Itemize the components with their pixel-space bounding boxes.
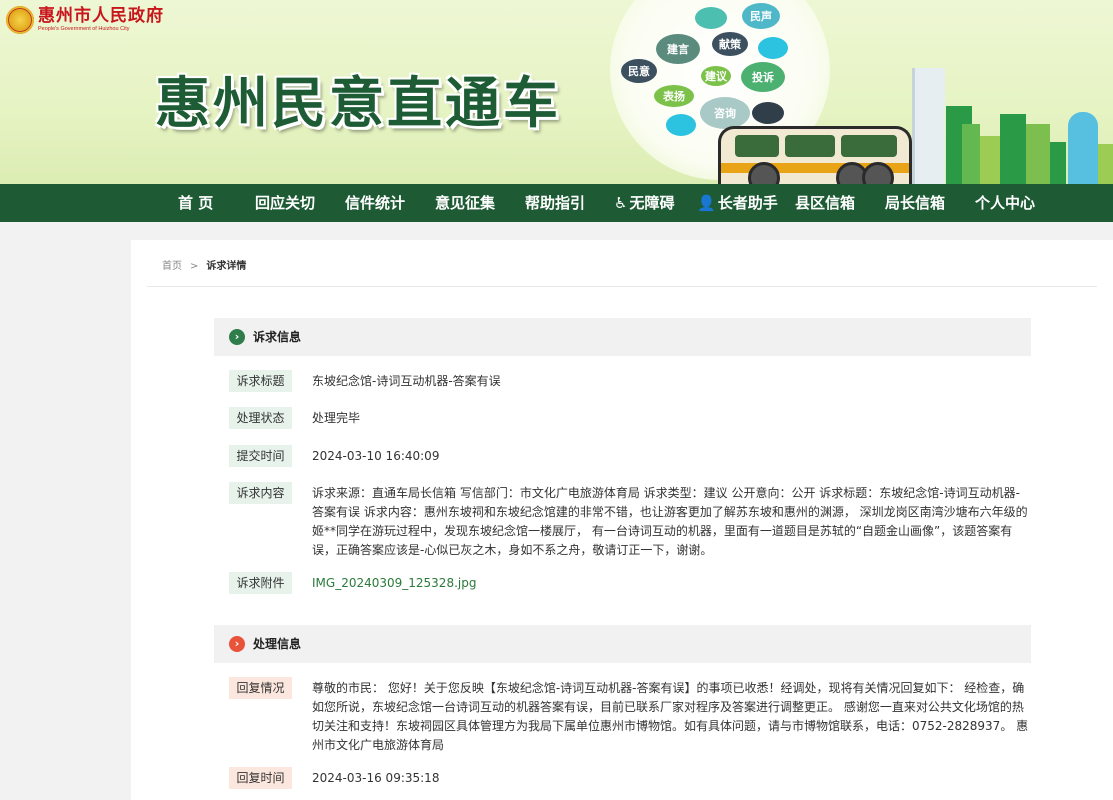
gov-name-en: People's Government of Huizhou City (38, 25, 130, 32)
speech-bubble-deco-2 (758, 37, 788, 59)
appeal-attachment-value: IMG_20240309_125328.jpg (312, 574, 1029, 593)
reply-time-value: 2024-03-16 09:35:18 (312, 771, 440, 785)
nav-accessibility[interactable]: ♿ 无障碍 (614, 184, 674, 222)
elderly-icon: 👤 (697, 194, 716, 212)
handling-section-title: 处理信息 (253, 637, 302, 651)
nav-responses[interactable]: 回应关切 (255, 184, 315, 222)
attachment-link[interactable]: IMG_20240309_125328.jpg (312, 576, 476, 590)
appeal-submit-label: 提交时间 (229, 445, 292, 467)
appeal-content-value: 诉求来源：直通车局长信箱 写信部门：市文化广电旅游体育局 诉求类型：建议 公开意… (312, 486, 1028, 557)
breadcrumb-current: 诉求详情 (206, 261, 247, 272)
nav-elderly-label: 长者助手 (717, 194, 778, 212)
nav-county-mailbox[interactable]: 县区信箱 (795, 184, 855, 222)
national-emblem-icon (6, 6, 34, 34)
skyline-building (1050, 142, 1066, 184)
nav-accessibility-label: 无障碍 (629, 194, 675, 212)
skyline-building (1000, 114, 1026, 184)
reply-time-label: 回复时间 (229, 767, 292, 789)
handling-section-header: › 处理信息 (214, 625, 1031, 663)
content-card: 首页 > 诉求详情 › 诉求信息 诉求标题 东坡纪念馆-诗词互动机器-答案有误 处理… (131, 240, 1113, 800)
nav-statistics[interactable]: 信件统计 (345, 184, 405, 222)
main-nav: 首 页 回应关切 信件统计 意见征集 帮助指引 ♿ 无障碍 👤 长者助手 县区信箱 … (0, 184, 1113, 222)
appeal-status-label: 处理状态 (229, 407, 292, 429)
wheelchair-icon: ♿ (614, 194, 628, 212)
speech-bubble-jianyan: 建言 (656, 34, 700, 64)
nav-personal-center[interactable]: 个人中心 (975, 184, 1035, 222)
speech-bubble-deco-3 (752, 102, 784, 124)
skyline-building (1098, 144, 1113, 184)
skyline-tower (912, 68, 945, 184)
appeal-content-label: 诉求内容 (229, 482, 292, 504)
skyline-church (1068, 112, 1098, 184)
nav-director-mailbox[interactable]: 局长信箱 (885, 184, 945, 222)
gov-logo[interactable]: 惠州市人民政府 People's Government of Huizhou C… (6, 6, 164, 34)
appeal-title-value: 东坡纪念馆-诗词互动机器-答案有误 (312, 374, 501, 388)
skyline-building (962, 124, 980, 184)
breadcrumb: 首页 > 诉求详情 (162, 257, 246, 272)
speech-bubble-minyi: 民意 (621, 59, 657, 83)
site-banner: 惠州市人民政府 People's Government of Huizhou C… (0, 0, 1113, 184)
chevron-right-icon: › (229, 636, 245, 652)
appeal-status-value: 处理完毕 (312, 411, 361, 425)
breadcrumb-home[interactable]: 首页 (162, 261, 182, 272)
speech-bubble-xiance: 献策 (712, 32, 748, 56)
speech-bubble-tousu: 投诉 (741, 62, 785, 92)
appeal-attachment-label: 诉求附件 (229, 572, 292, 594)
nav-elderly-helper[interactable]: 👤 长者助手 (697, 184, 778, 222)
speech-bubble-zixun: 咨询 (700, 97, 750, 129)
appeal-title-label: 诉求标题 (229, 370, 292, 392)
appeal-section-title: 诉求信息 (253, 330, 302, 344)
skyline-building (980, 136, 1000, 184)
speech-bubble-minsheng: 民声 (742, 3, 780, 29)
nav-home[interactable]: 首 页 (178, 184, 213, 222)
nav-opinion-collection[interactable]: 意见征集 (435, 184, 495, 222)
divider (147, 286, 1097, 287)
nav-help-guide[interactable]: 帮助指引 (525, 184, 585, 222)
appeal-section-header: › 诉求信息 (214, 318, 1031, 356)
reply-label: 回复情况 (229, 677, 292, 699)
skyline-building (1026, 124, 1050, 184)
speech-bubble-biaoyang: 表扬 (654, 85, 694, 107)
breadcrumb-separator: > (190, 261, 199, 272)
gov-name-cn: 惠州市人民政府 (38, 5, 164, 26)
reply-value: 尊敬的市民： 您好！关于您反映【东坡纪念馆-诗词互动机器-答案有误】的事项已收悉… (312, 681, 1029, 752)
chevron-right-icon: › (229, 329, 245, 345)
appeal-submit-value: 2024-03-10 16:40:09 (312, 449, 440, 463)
speech-bubble-deco (695, 7, 727, 29)
speech-bubble-jianyi: 建议 (701, 66, 731, 86)
site-title: 惠州民意直通车 (155, 70, 562, 135)
speech-bubble-deco-4 (666, 114, 696, 136)
